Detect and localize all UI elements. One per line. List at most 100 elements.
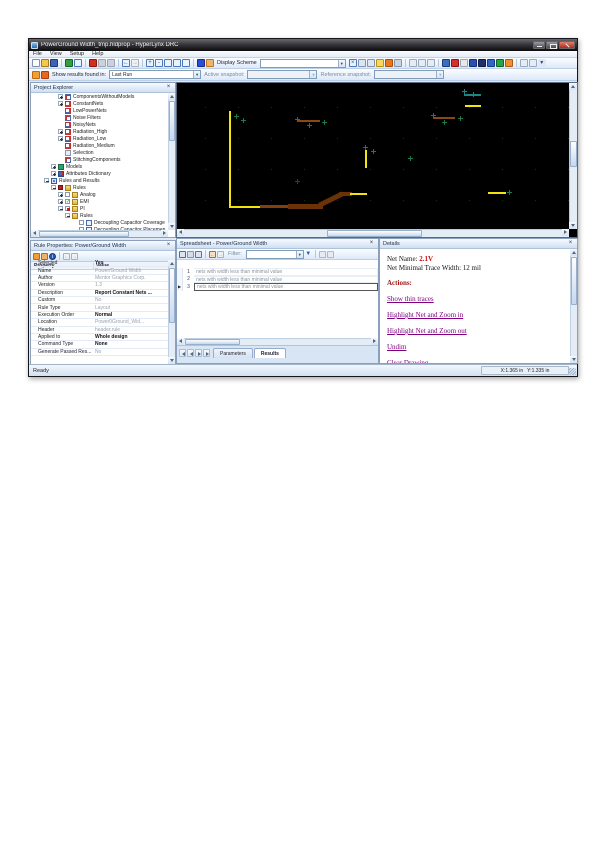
minimize-button[interactable] xyxy=(533,41,545,49)
property-row[interactable]: Version 1.3 xyxy=(31,282,168,290)
action-link-clear-drawing[interactable]: Clear Drawing xyxy=(387,359,570,363)
close-button[interactable] xyxy=(559,41,575,49)
highlight-icon[interactable] xyxy=(441,59,450,67)
layer-toggle-orange-icon[interactable] xyxy=(206,59,214,67)
forward-icon[interactable]: → xyxy=(71,252,78,260)
more-dropdown-icon[interactable]: ▾ xyxy=(537,59,546,67)
property-grid-vscrollbar[interactable] xyxy=(168,260,175,364)
history-icon[interactable] xyxy=(384,59,393,67)
select-mode-icon[interactable] xyxy=(408,59,417,67)
categorize-icon[interactable] xyxy=(33,252,40,260)
zoom-in-icon[interactable]: + xyxy=(146,59,154,67)
active-snapshot-combo[interactable]: ▾ xyxy=(247,70,318,79)
row-text[interactable]: nets with width less than minimal value xyxy=(194,268,378,276)
tree-item-analog[interactable]: Analog xyxy=(31,191,168,198)
property-row[interactable]: Name Power/Ground Width xyxy=(31,267,168,275)
resize-grip[interactable] xyxy=(569,368,576,375)
rule-properties-header[interactable]: Rule Properties: Power/Ground Width xyxy=(31,241,175,251)
row-text[interactable]: nets with width less than minimal value xyxy=(194,275,378,283)
tree-checkbox[interactable] xyxy=(65,192,70,197)
display-scheme-combo[interactable]: ▾ xyxy=(259,58,346,68)
expand-toggle-icon[interactable] xyxy=(51,185,56,190)
grid-options-icon[interactable] xyxy=(326,250,334,258)
tree-checkbox[interactable] xyxy=(65,199,70,205)
details-header[interactable]: Details xyxy=(380,239,577,249)
expand-toggle-icon[interactable] xyxy=(58,206,63,211)
zoom-full-icon[interactable] xyxy=(173,59,181,67)
board-view-icon[interactable] xyxy=(65,59,73,67)
close-icon[interactable] xyxy=(567,240,574,247)
property-row[interactable]: Author Mentor Graphics Corp. xyxy=(31,275,168,283)
tree-item-componentswithoutmodels[interactable]: ComponentsWithoutModels xyxy=(31,93,168,100)
result-row[interactable]: 2 nets with width less than minimal value xyxy=(177,275,378,283)
expand-toggle-icon[interactable] xyxy=(51,164,56,169)
info-icon[interactable]: i xyxy=(49,252,56,260)
zoom-out-icon[interactable]: - xyxy=(155,59,163,67)
print-icon[interactable] xyxy=(187,250,194,258)
close-icon[interactable] xyxy=(368,240,375,247)
tree-item-radiation-high[interactable]: Radiation_High xyxy=(31,128,168,135)
project-tree-vscrollbar[interactable] xyxy=(168,93,175,230)
link-icon[interactable] xyxy=(519,59,528,67)
back-icon[interactable]: ← xyxy=(122,59,130,67)
chevron-down-icon[interactable]: ▾ xyxy=(295,250,303,258)
note-icon[interactable] xyxy=(468,59,477,67)
step-icon[interactable] xyxy=(98,59,106,67)
action-link-highlight-net-and-zoom-out[interactable]: Highlight Net and Zoom out xyxy=(387,327,570,335)
property-row[interactable]: Custom No xyxy=(31,297,168,305)
tab-parameters[interactable]: Parameters xyxy=(213,348,253,358)
property-row[interactable]: Command Type None xyxy=(31,341,168,349)
search-icon[interactable] xyxy=(74,59,82,67)
back-icon[interactable]: ← xyxy=(63,252,70,260)
pcb-hscrollbar[interactable] xyxy=(177,229,569,237)
copy-image-icon[interactable] xyxy=(366,59,375,67)
filter-combo[interactable]: ▾ xyxy=(245,249,304,259)
expand-toggle-icon[interactable] xyxy=(44,178,49,183)
tree-item-radiation-low[interactable]: Radiation_Low xyxy=(31,135,168,142)
save-icon[interactable] xyxy=(50,59,58,67)
property-row[interactable]: Generate Passed Res... No xyxy=(31,349,168,357)
property-row[interactable]: Applied to Whole design xyxy=(31,334,168,342)
menu-view[interactable]: View xyxy=(50,51,62,57)
property-row[interactable]: Rule Type Layout xyxy=(31,304,168,312)
comment-icon[interactable] xyxy=(375,59,384,67)
tab-first-button[interactable] xyxy=(179,349,186,357)
spreadsheet-hscrollbar[interactable] xyxy=(177,338,378,345)
tab-prev-button[interactable] xyxy=(187,349,194,357)
expand-toggle-icon[interactable] xyxy=(58,101,63,106)
close-view-icon[interactable]: × xyxy=(348,59,357,67)
property-row[interactable]: Selected Yes xyxy=(31,260,168,268)
open-folder-icon[interactable] xyxy=(41,59,49,67)
tree-item-stitchingcomponents[interactable]: StitchingComponents xyxy=(31,156,168,163)
pcb-drawing-area[interactable] xyxy=(177,83,569,229)
tree-item-constantnets[interactable]: ConstantNets xyxy=(31,100,168,107)
error-marker-icon[interactable] xyxy=(450,59,459,67)
expand-toggle-icon[interactable] xyxy=(58,136,63,141)
tree-item-attributes-dictionary[interactable]: Attributes Dictionary xyxy=(31,170,168,177)
tree-item-rules[interactable]: Rules xyxy=(31,184,168,191)
run-drc-icon[interactable] xyxy=(89,59,97,67)
pcb-view[interactable] xyxy=(176,82,578,238)
action-link-show-thin-traces[interactable]: Show thin traces xyxy=(387,295,570,303)
details-vscrollbar[interactable] xyxy=(570,249,577,363)
expand-toggle-icon[interactable] xyxy=(58,129,63,134)
chevron-down-icon[interactable]: ▾ xyxy=(337,59,345,67)
orange-layer-icon[interactable] xyxy=(504,59,513,67)
expand-toggle-icon[interactable] xyxy=(58,199,63,204)
zoom-selection-icon[interactable] xyxy=(182,59,190,67)
new-file-icon[interactable] xyxy=(32,59,40,67)
close-icon[interactable] xyxy=(165,84,172,91)
project-explorer-header[interactable]: Project Explorer xyxy=(31,83,175,93)
tab-results[interactable]: Results xyxy=(253,348,286,358)
green-layer-icon[interactable] xyxy=(495,59,504,67)
expand-toggle-icon[interactable] xyxy=(58,192,63,197)
expand-toggle-icon[interactable] xyxy=(65,213,70,218)
zoom-window-icon[interactable] xyxy=(164,59,172,67)
measure-mode-icon[interactable] xyxy=(426,59,435,67)
pcb-vscrollbar[interactable] xyxy=(569,83,577,229)
tree-item-pi[interactable]: PI xyxy=(31,205,168,212)
tree-item-rules-and-results[interactable]: Rules and Results xyxy=(31,177,168,184)
spreadsheet-header[interactable]: Spreadsheet - Power/Ground Width xyxy=(177,239,378,249)
copy-icon[interactable] xyxy=(195,250,202,258)
tree-item-rules[interactable]: Rules xyxy=(31,212,168,219)
